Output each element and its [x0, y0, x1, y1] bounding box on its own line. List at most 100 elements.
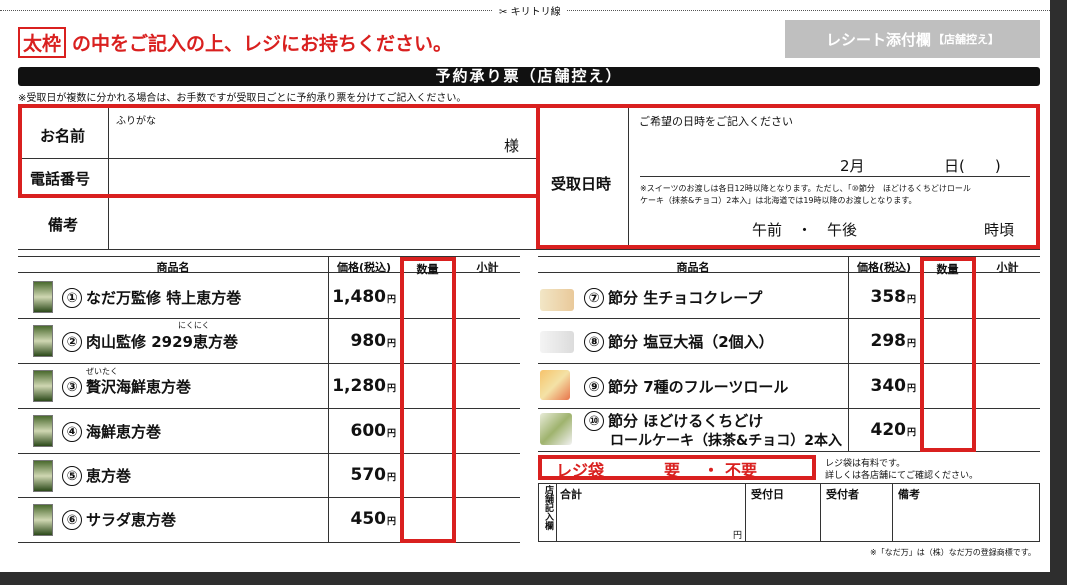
store-received-date-label: 受付日 — [751, 488, 784, 501]
product-image — [33, 504, 53, 536]
product-row-9: ⑨ 節分 7種のフルーツロール — [584, 376, 788, 397]
qty-input-2[interactable] — [404, 321, 452, 361]
bag-note-2: 詳しくは各店舗にてご確認ください。 — [825, 471, 979, 481]
product-price: 340円 — [870, 376, 916, 396]
product-row-10: ⑩ 節分 ほどけるくちどけ — [584, 410, 763, 431]
product-number: ⑨ — [584, 376, 604, 397]
pickup-instruction: ご希望の日時をご記入ください — [639, 115, 793, 128]
form-title: 予約承り票（店舗控え） — [18, 67, 1040, 86]
viewer-bottom-edge — [0, 572, 1067, 585]
remarks-input-area[interactable] — [110, 198, 534, 248]
store-receiver-label: 受付者 — [826, 488, 859, 501]
qty-input-5[interactable] — [404, 456, 452, 496]
product-price: 1,280円 — [332, 376, 396, 396]
store-entry-box — [538, 483, 1040, 542]
product-name-line2: ロールケーキ（抹茶&チョコ）2本入 — [610, 433, 842, 449]
product-image — [33, 415, 53, 447]
product-name: 贅沢海鮮恵方巻 — [86, 378, 192, 396]
product-image — [540, 289, 574, 311]
product-price: 358円 — [870, 287, 916, 307]
phone-input-area[interactable] — [110, 160, 534, 194]
product-number: ⑥ — [62, 509, 82, 530]
product-number: ⑧ — [584, 331, 604, 352]
right-header-subtotal: 小計 — [996, 261, 1019, 274]
thick-frame-word: 太枠 — [18, 27, 67, 58]
qty-input-7[interactable] — [924, 276, 972, 316]
product-image — [33, 460, 53, 492]
left-header-subtotal: 小計 — [476, 261, 499, 274]
ampm-choice[interactable]: 午前 ・ 午後 — [752, 219, 857, 240]
product-price: 450円 — [350, 509, 396, 529]
product-image — [540, 331, 574, 353]
cut-label-text: キリトリ線 — [510, 7, 561, 18]
product-number: ① — [62, 287, 82, 308]
product-name: サラダ恵方巻 — [86, 511, 177, 529]
product-price: 980円 — [350, 331, 396, 351]
product-price: 600円 — [350, 421, 396, 441]
product-row-5: ⑤ 恵方巻 — [62, 465, 131, 486]
date-input-area[interactable] — [640, 145, 1030, 175]
qty-input-10[interactable] — [924, 411, 972, 449]
qty-input-1[interactable] — [404, 276, 452, 316]
instruction-headline: 太枠 の中をご記入の上、レジにお持ちください。 — [18, 27, 452, 58]
receipt-attach-area: レシート添付欄 【店舗控え】 — [785, 20, 1040, 58]
left-header-product: 商品名 — [156, 261, 190, 274]
qty-input-9[interactable] — [924, 366, 972, 406]
pickup-note-1: ※スイーツのお渡しは各日12時以降となります。ただし、「⑩節分 ほどけるくちどけ… — [640, 184, 971, 193]
store-remarks-label: 備考 — [898, 488, 920, 501]
product-row-2: ② 肉山監修 2929恵方巻 — [62, 331, 238, 352]
qty-input-6[interactable] — [404, 500, 452, 540]
product-row-4: ④ 海鮮恵方巻 — [62, 421, 161, 442]
scissors-icon: ✂ — [499, 7, 508, 18]
bag-dot: ・ — [703, 461, 720, 480]
pickup-note-2: ケーキ（抹茶&チョコ）2本入」は北海道では19時以降のお渡しとなります。 — [640, 196, 917, 205]
product-price: 298円 — [870, 331, 916, 351]
product-name: 節分 ほどけるくちどけ — [608, 412, 764, 430]
name-input-area[interactable] — [110, 113, 530, 157]
product-row-1: ① なだ万監修 特上恵方巻 — [62, 287, 241, 308]
phone-label: 電話番号 — [30, 170, 91, 188]
product-price: 570円 — [350, 465, 396, 485]
bag-notneed-option[interactable]: 不要 — [725, 457, 757, 481]
viewer-right-edge — [1050, 0, 1067, 585]
left-header-price: 価格(税込) — [336, 261, 392, 274]
product-row-6: ⑥ サラダ恵方巻 — [62, 509, 176, 530]
product-name: 節分 生チョコクレープ — [608, 289, 763, 307]
product-row-7: ⑦ 節分 生チョコクレープ — [584, 287, 762, 308]
right-header-price: 価格(税込) — [856, 261, 912, 274]
name-label: お名前 — [40, 127, 86, 145]
qty-input-4[interactable] — [404, 411, 452, 451]
reservation-form-sheet: ✂ キリトリ線 太枠 の中をご記入の上、レジにお持ちください。 レシート添付欄【… — [0, 0, 1050, 572]
product-number: ② — [62, 331, 82, 352]
product-image — [33, 370, 53, 402]
bag-need-option[interactable]: 要 — [664, 457, 680, 481]
pickup-label: 受取日時 — [551, 175, 612, 193]
trademark-note: ※「なだ万」は（株）なだ万の登録商標です。 — [870, 548, 1036, 557]
product-number: ⑩ — [584, 410, 604, 431]
time-suffix: 時頃 — [984, 221, 1015, 239]
product-number: ③ — [62, 376, 82, 397]
store-side-label: 店舗記入欄 — [543, 485, 553, 530]
product-name: 海鮮恵方巻 — [86, 423, 162, 441]
store-total-yen: 円 — [733, 531, 743, 541]
multi-date-note: ※受取日が複数に分かれる場合は、お手数ですが受取日ごとに予約承り票を分けてご記入… — [18, 93, 467, 104]
product-name: 肉山監修 2929恵方巻 — [86, 333, 238, 351]
product-name: なだ万監修 特上恵方巻 — [86, 289, 242, 307]
product-number: ⑤ — [62, 465, 82, 486]
product-image — [33, 281, 53, 313]
product-name: 節分 7種のフルーツロール — [608, 378, 789, 396]
product-row-3: ③ 贅沢海鮮恵方巻 — [62, 376, 191, 397]
qty-input-3[interactable] — [404, 366, 452, 406]
product-price: 420円 — [870, 420, 916, 440]
product-ruby: にくにく — [178, 321, 210, 330]
bag-label: レジ袋 — [556, 461, 605, 480]
product-price: 1,480円 — [332, 287, 396, 307]
receipt-attach-label: レシート添付欄 — [825, 30, 931, 49]
product-number: ⑦ — [584, 287, 604, 308]
qty-input-8[interactable] — [924, 321, 972, 361]
right-header-product: 商品名 — [676, 261, 710, 274]
sama-honorific: 様 — [504, 137, 520, 155]
product-image — [540, 370, 570, 400]
remarks-label: 備考 — [48, 216, 79, 234]
product-name: 節分 塩豆大福（2個入） — [608, 333, 774, 351]
